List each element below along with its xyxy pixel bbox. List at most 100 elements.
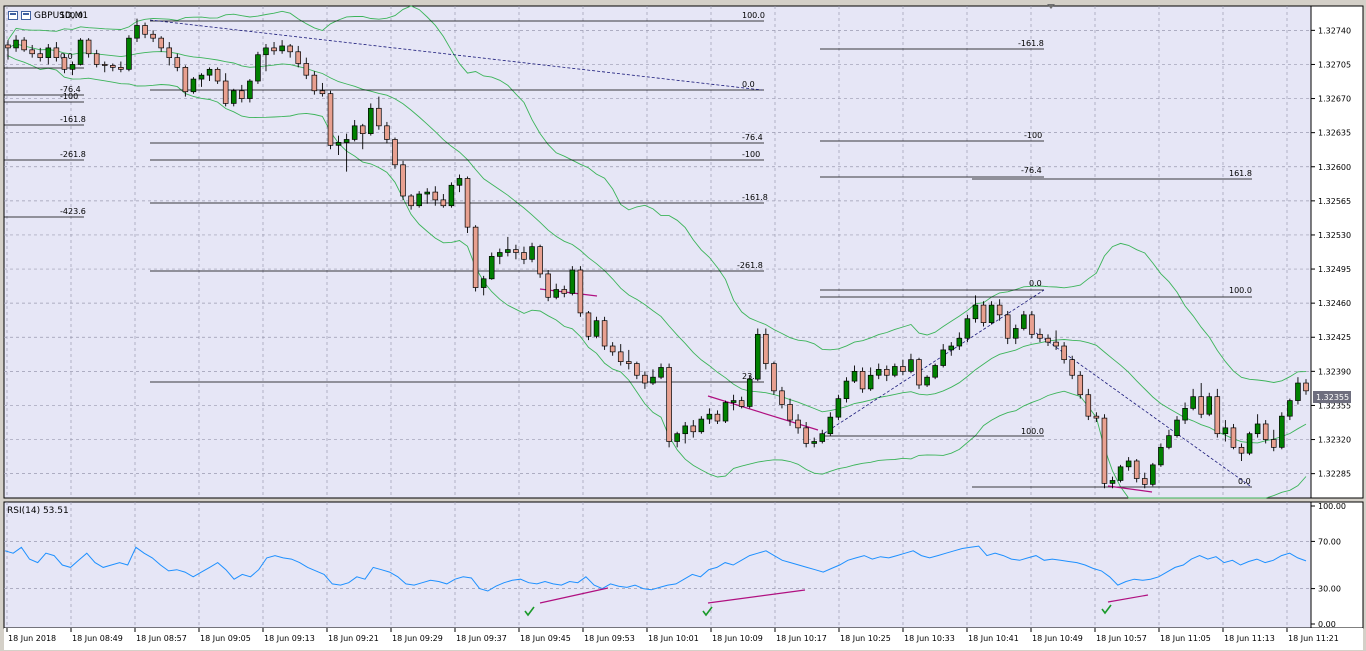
window-icon [21, 11, 31, 20]
candle-body [690, 425, 697, 433]
candle-body [1182, 408, 1188, 421]
candle-body [948, 345, 955, 351]
chart-shift-marker-icon[interactable] [1047, 4, 1055, 9]
price-tick-label: 1.32565 [1318, 197, 1351, 206]
candle-body [142, 25, 148, 35]
candle-body [617, 351, 624, 362]
candle-body [343, 139, 350, 143]
candle-body [190, 78, 197, 93]
candle [859, 367, 866, 393]
candle [1230, 423, 1237, 450]
candle-body [521, 252, 527, 260]
candle-body [980, 304, 987, 323]
candle-body [1117, 466, 1124, 481]
rsi-tick-label: 30.00 [1318, 585, 1341, 594]
candle-body [859, 370, 866, 390]
candle [327, 90, 334, 150]
candle-body [1246, 433, 1253, 454]
candle [488, 252, 495, 280]
time-tick-label: 18 Jun 09:45 [520, 634, 571, 643]
candle-body [755, 333, 761, 380]
candle-body [392, 139, 398, 166]
candle-body [537, 246, 543, 275]
candle-body [851, 370, 858, 382]
time-tick-label: 18 Jun 10:41 [968, 634, 1019, 643]
candle-body [376, 107, 382, 127]
candle [392, 137, 398, 169]
candle-body [29, 49, 35, 55]
candle [472, 225, 479, 292]
candle-body [972, 304, 979, 320]
fib-label: -161.8 [742, 193, 768, 202]
candle-body [497, 252, 503, 257]
candle [666, 363, 672, 448]
candle-body [1125, 460, 1132, 468]
time-tick-label: 18 Jun 09:13 [264, 634, 315, 643]
candle [771, 361, 777, 395]
price-tick-label: 1.32390 [1318, 367, 1351, 376]
fib-label: -161.8 [60, 115, 86, 124]
candle-body [545, 273, 551, 298]
price-tick-label: 1.32460 [1318, 299, 1351, 308]
candle [1279, 412, 1285, 450]
candle [585, 310, 592, 341]
candle-body [319, 90, 326, 95]
candle [577, 266, 584, 317]
candle-body [432, 191, 439, 201]
candle-body [174, 57, 181, 68]
candle-body [1150, 464, 1156, 485]
candle-body [1012, 328, 1019, 339]
time-tick-label: 18 Jun 10:33 [904, 634, 955, 643]
candle-body [892, 366, 898, 376]
candle-body [1262, 423, 1269, 440]
candle-body [585, 312, 592, 337]
candle-body [795, 419, 801, 429]
candle [722, 400, 729, 423]
candle [537, 244, 543, 278]
fib-label: 100.0 [742, 11, 765, 20]
candle [77, 38, 84, 66]
time-tick-label: 18 Jun 09:37 [456, 634, 507, 643]
candle-body [642, 374, 648, 384]
candle [763, 328, 769, 370]
fib-label: 100.0 [1021, 427, 1044, 436]
candle-body [263, 47, 269, 56]
candle-body [1198, 396, 1204, 415]
candle-body [400, 164, 406, 197]
fib-label: -100 [1024, 131, 1042, 140]
main-chart-area[interactable] [3, 5, 1312, 499]
rsi-chart-area[interactable] [3, 501, 1312, 629]
candle-body [214, 68, 221, 82]
chart-canvas[interactable]: 100.0 0.0 -76.4 -100 -161.8 -261.8 -423.6 100.0… [0, 0, 1366, 651]
candle-body [150, 33, 156, 39]
candle-body [908, 359, 914, 372]
candle-body [1093, 415, 1100, 419]
candle-body [1109, 480, 1116, 484]
candle [545, 270, 551, 302]
time-tick-label: 18 Jun 10:01 [648, 634, 699, 643]
time-tick-label: 18 Jun 11:05 [1160, 634, 1211, 643]
candle-body [126, 37, 132, 70]
candle-body [875, 369, 882, 376]
candle-body [505, 249, 511, 253]
candle-body [1270, 439, 1277, 448]
candle-body [577, 269, 584, 314]
candle-body [1037, 333, 1043, 339]
price-tick-label: 1.32285 [1318, 470, 1351, 479]
time-tick-label: 18 Jun 09:21 [328, 634, 379, 643]
candle-body [1238, 446, 1245, 454]
price-tick-label: 1.32530 [1318, 231, 1351, 240]
candle-body [247, 80, 253, 99]
time-tick-label: 18 Jun 09:53 [584, 634, 635, 643]
fib-label: 100.0 [1229, 286, 1252, 295]
candle-body [480, 278, 487, 288]
candle-body [827, 416, 834, 435]
candle [964, 314, 971, 343]
candle-body [1295, 382, 1301, 401]
fib-label: 0.0 [1029, 279, 1042, 288]
price-axis[interactable] [1310, 5, 1364, 499]
candle-body [1230, 427, 1237, 448]
candle-body [440, 199, 447, 207]
candle [843, 377, 850, 403]
candle-body [771, 363, 777, 392]
